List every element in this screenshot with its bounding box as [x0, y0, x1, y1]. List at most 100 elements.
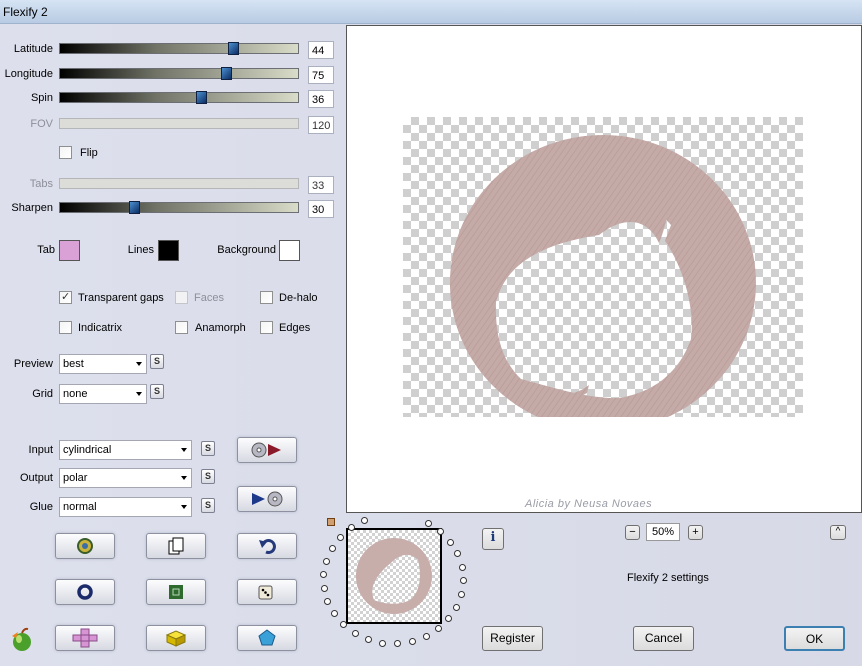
fov-slider[interactable]	[59, 118, 299, 129]
input-select-value: cylindrical	[63, 444, 112, 456]
swap-output-input-button[interactable]	[237, 486, 297, 512]
spin-dial-dot[interactable]	[320, 571, 328, 578]
dropdown-arrow-icon	[181, 505, 187, 509]
randomize-button[interactable]	[55, 533, 115, 559]
spin-dial-dot[interactable]	[458, 590, 466, 598]
collapse-button[interactable]: ^	[830, 525, 846, 540]
background-color-swatch[interactable]	[279, 240, 300, 261]
spin-dial-dot[interactable]	[394, 640, 402, 648]
edges-label: Edges	[279, 322, 311, 334]
input-projection-select[interactable]: cylindrical	[59, 440, 192, 460]
cube-button[interactable]	[146, 625, 206, 651]
spin-dial-dot[interactable]	[445, 615, 453, 623]
output-projection-select[interactable]: polar	[59, 468, 192, 488]
anamorph-checkbox[interactable]	[175, 321, 188, 334]
spin-input[interactable]: 36	[308, 90, 334, 108]
glue-s-button[interactable]: S	[201, 498, 215, 513]
pentagon-icon	[258, 629, 276, 646]
spin-label: Spin	[30, 92, 53, 104]
preview-s-button[interactable]: S	[150, 354, 164, 369]
copy-button[interactable]	[146, 533, 206, 559]
pear-logo-icon	[12, 627, 31, 651]
spin-dial-dot[interactable]	[446, 538, 454, 546]
spin-dial-dot[interactable]	[379, 639, 387, 647]
arrow-right-disc-icon	[252, 491, 283, 507]
de-halo-checkbox[interactable]	[260, 291, 273, 304]
grid-select[interactable]: none	[59, 384, 147, 404]
edges-checkbox[interactable]	[260, 321, 273, 334]
spin-dial-dot[interactable]	[348, 524, 356, 532]
anamorph-label: Anamorph	[195, 322, 246, 334]
zoom-out-button[interactable]: −	[625, 525, 640, 540]
pentagon-button[interactable]	[237, 625, 297, 651]
spin-dial-dot[interactable]	[458, 563, 466, 571]
longitude-input[interactable]: 75	[308, 66, 334, 84]
dice-icon	[258, 585, 273, 600]
spin-dial-dot[interactable]	[320, 584, 328, 592]
spin-dial-dot[interactable]	[459, 577, 467, 585]
random-dice-button[interactable]	[237, 579, 297, 605]
tabs-label: Tabs	[29, 178, 53, 190]
flip-checkbox[interactable]	[59, 146, 72, 159]
sharpen-input[interactable]: 30	[308, 200, 334, 218]
lines-color-swatch[interactable]	[158, 240, 179, 261]
preview-select[interactable]: best	[59, 354, 147, 374]
input-s-button[interactable]: S	[201, 441, 215, 456]
spin-dial-dot[interactable]	[437, 528, 445, 536]
glue-select[interactable]: normal	[59, 497, 192, 517]
undo-button[interactable]	[237, 533, 297, 559]
spin-dial-dot[interactable]	[434, 625, 442, 633]
spin-dial-dot[interactable]	[340, 621, 348, 629]
longitude-slider-thumb[interactable]	[221, 67, 232, 80]
sharpen-slider[interactable]	[59, 201, 299, 214]
check-icon: ✓	[61, 291, 71, 303]
faces-checkbox[interactable]	[175, 291, 188, 304]
latitude-slider-thumb[interactable]	[228, 42, 239, 55]
spin-dial-dot[interactable]	[408, 638, 416, 646]
spin-dial-dot[interactable]	[453, 603, 461, 611]
flaming-pear-logo	[8, 626, 34, 652]
tabs-slider[interactable]	[59, 178, 299, 189]
spin-dial-dot[interactable]	[422, 632, 430, 640]
zoom-in-button[interactable]: +	[688, 525, 703, 540]
spin-dial-dot[interactable]	[454, 550, 462, 558]
spin-slider[interactable]	[59, 91, 299, 104]
spin-slider-thumb[interactable]	[196, 91, 207, 104]
latitude-slider[interactable]	[59, 42, 299, 55]
spin-dial-dot[interactable]	[330, 610, 338, 618]
cancel-button[interactable]: Cancel	[633, 626, 694, 651]
latitude-input[interactable]: 44	[308, 41, 334, 59]
fov-input[interactable]: 120	[308, 116, 334, 134]
title-bar: Flexify 2	[0, 0, 862, 24]
info-button[interactable]: i	[482, 528, 504, 550]
cross-button[interactable]	[55, 625, 115, 651]
spin-dial-dots[interactable]	[316, 517, 476, 666]
longitude-label: Longitude	[4, 68, 53, 80]
swap-input-output-button[interactable]	[237, 437, 297, 463]
spin-dial-dot[interactable]	[337, 533, 345, 541]
tabs-input[interactable]: 33	[308, 176, 334, 194]
spin-dial-dot[interactable]	[324, 598, 332, 606]
sharpen-slider-thumb[interactable]	[129, 201, 140, 214]
dropdown-arrow-icon	[181, 448, 187, 452]
grid-s-button[interactable]: S	[150, 384, 164, 399]
spin-dial-dot[interactable]	[328, 544, 336, 552]
spin-dial-dot[interactable]	[364, 636, 372, 644]
output-s-button[interactable]: S	[201, 469, 215, 484]
spin-dial-dot[interactable]	[322, 557, 330, 565]
tab-color-swatch[interactable]	[59, 240, 80, 261]
spin-dial-dot[interactable]	[351, 629, 359, 637]
ring-button[interactable]	[55, 579, 115, 605]
spin-dial-dot[interactable]	[425, 520, 432, 528]
square-button[interactable]	[146, 579, 206, 605]
register-button[interactable]: Register	[482, 626, 543, 651]
transparent-gaps-checkbox[interactable]: ✓	[59, 291, 72, 304]
dropdown-arrow-icon	[181, 476, 187, 480]
spin-dial-dot[interactable]	[361, 517, 369, 525]
longitude-slider[interactable]	[59, 67, 299, 80]
preview-select-value: best	[63, 358, 84, 370]
indicatrix-checkbox[interactable]	[59, 321, 72, 334]
ok-button[interactable]: OK	[784, 626, 845, 651]
ring-icon	[77, 584, 93, 600]
zoom-level: 50%	[646, 523, 680, 541]
